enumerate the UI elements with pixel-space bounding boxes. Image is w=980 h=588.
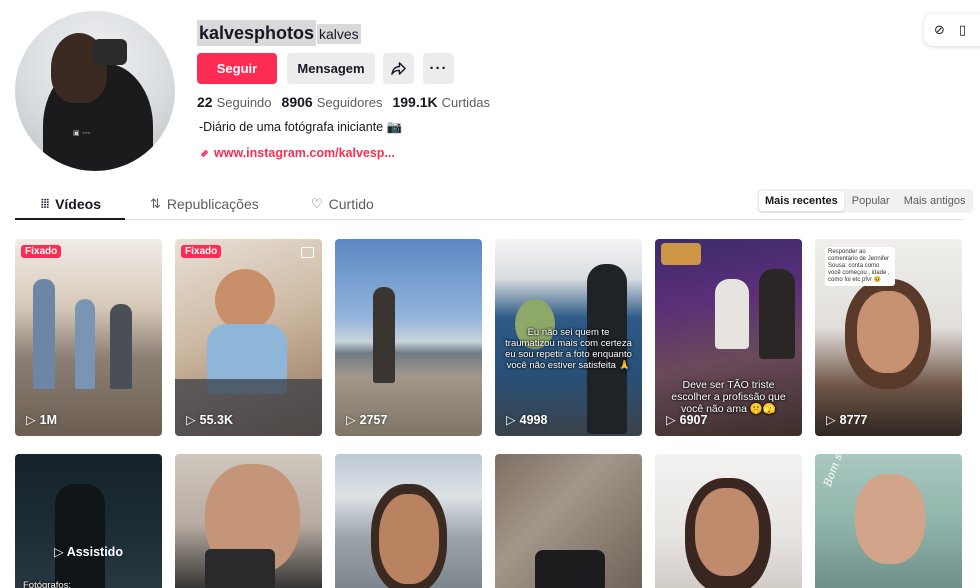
thumb-figure [715, 279, 749, 349]
profile-link-text: www.instagram.com/kalvesp... [214, 146, 395, 160]
stat-label: Seguidores [316, 95, 383, 110]
video-tile[interactable]: Bom senso Luna [815, 454, 962, 588]
stat-label: Curtidas [441, 95, 491, 110]
view-count: ▷ 8777 [826, 412, 868, 428]
more-options-button[interactable]: ··· [423, 53, 454, 84]
active-tab-indicator [15, 218, 125, 220]
share-button[interactable] [383, 53, 414, 84]
play-icon: ▷ [826, 413, 836, 427]
watched-text: Assistido [66, 545, 123, 559]
video-tile[interactable] [175, 454, 322, 588]
stat-value: 22 [197, 94, 213, 110]
video-tile[interactable]: Fixado ▷ 1M [15, 239, 162, 436]
stat-followers[interactable]: 8906 Seguidores [282, 94, 383, 110]
view-count: ▷ 6907 [666, 412, 708, 428]
watched-label: ▷ Assistido [15, 544, 162, 559]
repost-icon: ⇅ [150, 196, 161, 211]
profile-username: kalvesphotos [197, 20, 317, 46]
grid-icon: ⦙⦙⦙ [41, 196, 50, 211]
stat-likes: 199.1K Curtidas [392, 94, 490, 110]
play-icon: ▷ [26, 413, 36, 427]
follow-button[interactable]: Seguir [197, 53, 277, 84]
profile-stats: 22 Seguindo 8906 Seguidores 199.1K Curti… [197, 94, 490, 110]
sort-option-oldest[interactable]: Mais antigos [898, 191, 972, 211]
share-icon [391, 62, 406, 75]
view-count: ▷ 4998 [506, 412, 548, 428]
reply-comment-bubble: Responder ao comentário de Jennifer Sous… [825, 247, 895, 286]
play-icon: ▷ [346, 413, 356, 427]
view-count-value: 1M [39, 412, 57, 427]
view-count-value: 4998 [519, 412, 548, 427]
view-count-value: 6907 [679, 412, 708, 427]
message-button[interactable]: Mensagem [287, 53, 375, 84]
pinned-badge: Fixado [21, 245, 62, 258]
video-tile[interactable]: Deve ser TÃO triste escolher a profissão… [655, 239, 802, 436]
stat-value: 8906 [281, 94, 313, 110]
top-right-controls: ⊘ ▯ [924, 14, 980, 46]
video-caption: Eu não sei quem te traumatizou mais com … [505, 327, 632, 371]
thumb-neon-sign [661, 243, 701, 265]
view-count-value: 2757 [359, 412, 388, 427]
profile-nickname: kalves [317, 24, 361, 44]
video-caption: Fotógrafos: [23, 580, 72, 588]
thumb-camera [535, 550, 605, 588]
video-tile[interactable]: Responder ao comentário de Jennifer Sous… [815, 239, 962, 436]
tab-videos[interactable]: ⦙⦙⦙ Vídeos [41, 188, 101, 220]
tab-liked[interactable]: ♡ Curtido [311, 188, 374, 220]
thumb-figure [55, 484, 105, 588]
thumb-face [695, 488, 759, 576]
view-count: ▷ 1M [26, 412, 57, 428]
view-count-value: 55.3K [199, 412, 233, 427]
thumb-figure [33, 279, 55, 389]
thumb-camera [205, 549, 275, 588]
shirt-print: ▣ ◦◦◦ [73, 130, 91, 137]
pinned-badge: Fixado [181, 245, 222, 258]
stat-value: 199.1K [392, 94, 438, 110]
video-tile[interactable] [335, 454, 482, 588]
play-icon: ▷ [54, 545, 64, 559]
video-tile[interactable] [655, 454, 802, 588]
thumb-shadow [175, 379, 322, 436]
video-tile[interactable]: ▷ 2757 [335, 239, 482, 436]
thumb-figure [110, 304, 132, 389]
sort-switcher: Mais recentes Popular Mais antigos [757, 189, 974, 213]
play-icon: ▷ [506, 413, 516, 427]
video-tile[interactable]: Eu não sei quem te traumatizou mais com … [495, 239, 642, 436]
thumb-figure [75, 299, 95, 389]
sort-option-popular[interactable]: Popular [846, 191, 896, 211]
video-tile[interactable]: ▷ Assistido Fotógrafos: [15, 454, 162, 588]
thumb-face [379, 494, 439, 584]
tab-reposts[interactable]: ⇅ Republicações [150, 188, 259, 220]
profile-bio: -Diário de uma fotógrafa iniciante 📷 [199, 120, 403, 134]
play-icon: ▷ [666, 413, 676, 427]
avatar: ▣ ◦◦◦ [15, 11, 175, 171]
phone-icon[interactable]: ▯ [959, 22, 966, 38]
thumb-face [855, 474, 925, 564]
photo-carousel-icon [301, 247, 314, 258]
thumb-face [857, 291, 919, 373]
compass-icon[interactable]: ⊘ [934, 22, 945, 38]
thumb-script-text: Bom senso Luna [821, 454, 865, 488]
video-tile[interactable] [495, 454, 642, 588]
profile-link[interactable]: www.instagram.com/kalvesp... [199, 146, 395, 160]
heart-icon: ♡ [311, 196, 323, 211]
video-tile[interactable]: Fixado ▷ 55.3K [175, 239, 322, 436]
link-icon [201, 149, 208, 157]
view-count: ▷ 2757 [346, 412, 388, 428]
view-count-value: 8777 [839, 412, 868, 427]
view-count: ▷ 55.3K [186, 412, 233, 428]
tab-label: Republicações [166, 196, 259, 212]
thumb-figure [373, 287, 395, 383]
sort-option-recent[interactable]: Mais recentes [759, 191, 844, 211]
thumb-figure [759, 269, 795, 359]
tab-label: Vídeos [55, 196, 101, 212]
stat-label: Seguindo [216, 95, 272, 110]
tab-label: Curtido [328, 196, 374, 212]
video-caption: Deve ser TÃO triste escolher a profissão… [671, 379, 786, 415]
thumb-face [215, 269, 275, 331]
camera-icon [93, 39, 127, 65]
play-icon: ▷ [186, 413, 196, 427]
stat-following[interactable]: 22 Seguindo [197, 94, 272, 110]
